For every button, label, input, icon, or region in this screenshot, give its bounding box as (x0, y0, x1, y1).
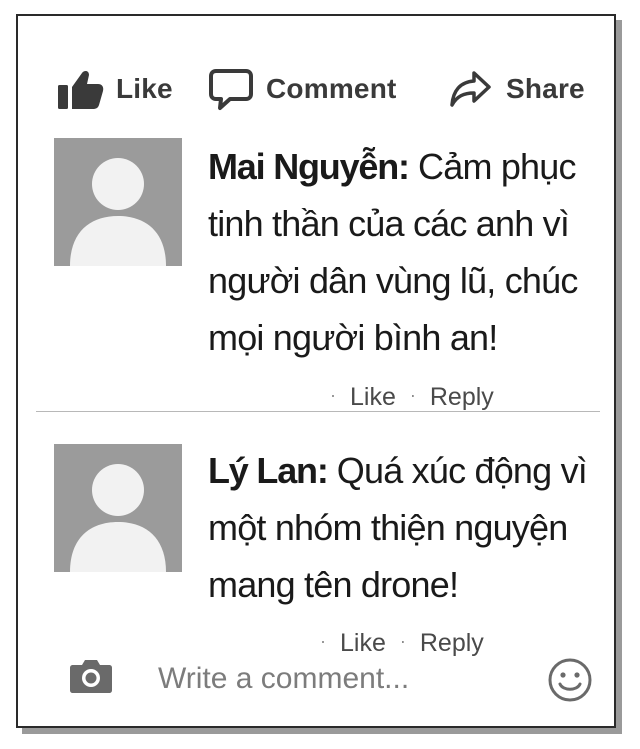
comment-author[interactable]: Mai Nguyễn: (208, 146, 410, 187)
comment-reply-link[interactable]: Reply (420, 629, 484, 657)
separator-dot: · (320, 631, 326, 651)
comment-like-link[interactable]: Like (350, 383, 396, 411)
comment-composer (18, 656, 614, 702)
comment-body: Lý Lan: Quá xúc động vì một nhóm thiện n… (208, 442, 608, 613)
share-arrow-icon (450, 71, 491, 107)
comment-like-link[interactable]: Like (340, 629, 386, 657)
facebook-post-card: Like Comment Share Mai Nguyễn: Cảm phục … (16, 14, 616, 728)
share-label: Share (506, 73, 585, 104)
separator-dot: · (330, 385, 336, 405)
like-label: Like (116, 73, 173, 104)
smiley-icon[interactable] (546, 656, 594, 704)
profile-silhouette-icon (70, 158, 166, 266)
separator-dot: · (409, 385, 416, 405)
comment-body: Mai Nguyễn: Cảm phục tinh thần của các a… (208, 138, 608, 366)
speech-bubble-icon (209, 69, 253, 110)
comment-divider (36, 411, 600, 412)
comment-input[interactable] (158, 660, 538, 698)
comment-reply-link[interactable]: Reply (430, 383, 494, 411)
comment-author[interactable]: Lý Lan: (208, 450, 329, 491)
avatar[interactable] (54, 138, 182, 266)
comment-post-button[interactable]: Comment (208, 66, 397, 112)
comment-actions: · Like · Reply (320, 629, 484, 658)
post-action-bar: Like Comment Share (18, 66, 614, 112)
thumbs-up-icon (58, 70, 104, 109)
comment-label: Comment (266, 73, 397, 104)
profile-silhouette-icon (70, 464, 166, 572)
separator-dot: · (399, 631, 406, 651)
share-post-button[interactable]: Share (448, 66, 585, 112)
like-post-button[interactable]: Like (56, 66, 173, 112)
avatar[interactable] (54, 444, 182, 572)
comment-actions: · Like · Reply (330, 383, 494, 412)
camera-icon[interactable] (66, 658, 116, 696)
